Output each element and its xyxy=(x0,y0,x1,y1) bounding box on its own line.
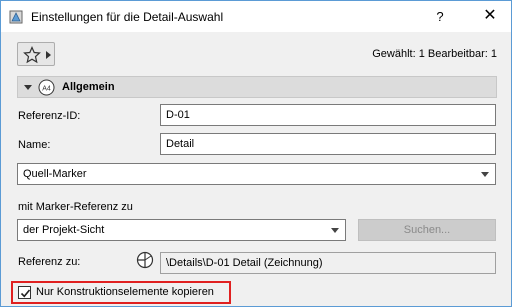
collapse-triangle-icon xyxy=(24,85,32,90)
search-button[interactable]: Suchen... xyxy=(358,219,496,241)
reference-label: Referenz zu: xyxy=(18,256,81,268)
source-marker-select[interactable]: Quell-Marker xyxy=(17,163,496,185)
star-icon xyxy=(23,46,41,64)
reference-value-field: \Details\D-01 Detail (Zeichnung) xyxy=(160,252,496,274)
name-label: Name: xyxy=(18,139,51,151)
favorites-button[interactable] xyxy=(17,42,55,66)
checkbox-label: Nur Konstruktionselemente kopieren xyxy=(36,286,214,298)
source-marker-value: Quell-Marker xyxy=(23,168,87,180)
referenz-id-label: Referenz-ID: xyxy=(18,110,81,122)
help-button[interactable]: ? xyxy=(429,7,451,27)
view-reference-icon xyxy=(136,251,154,269)
marker-ref-select[interactable]: der Projekt-Sicht xyxy=(17,219,346,241)
chevron-down-icon xyxy=(481,172,489,177)
dialog-window: Einstellungen für die Detail-Auswahl ? ✕… xyxy=(0,0,512,307)
referenz-id-input[interactable]: D-01 xyxy=(160,104,496,126)
selection-info: Gewählt: 1 Bearbeitbar: 1 xyxy=(372,48,497,60)
checkmark-icon xyxy=(20,289,31,298)
close-button[interactable]: ✕ xyxy=(475,5,505,27)
chevron-down-icon xyxy=(331,228,339,233)
app-icon xyxy=(9,10,23,24)
section-title: Allgemein xyxy=(62,81,115,93)
dropdown-arrow-icon xyxy=(46,51,51,59)
marker-ref-label: mit Marker-Referenz zu xyxy=(18,201,133,213)
title-bar: Einstellungen für die Detail-Auswahl ? ✕ xyxy=(1,1,511,32)
detail-marker-icon: A4 xyxy=(38,79,55,96)
section-header-allgemein[interactable]: A4 Allgemein xyxy=(17,76,497,98)
checkbox[interactable] xyxy=(18,286,31,299)
name-input[interactable]: Detail xyxy=(160,133,496,155)
marker-ref-value: der Projekt-Sicht xyxy=(23,224,105,236)
svg-text:A4: A4 xyxy=(42,86,51,93)
copy-construction-option[interactable]: Nur Konstruktionselemente kopieren xyxy=(11,281,231,304)
window-title: Einstellungen für die Detail-Auswahl xyxy=(31,10,224,24)
